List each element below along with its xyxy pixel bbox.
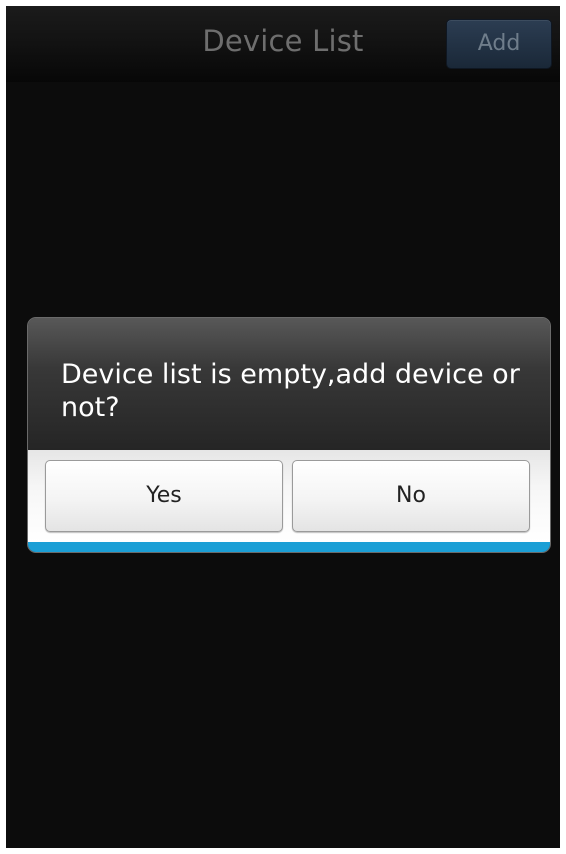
dialog-accent-bar: [28, 542, 550, 552]
dialog-overlay: Device list is empty,add device or not? …: [6, 6, 560, 848]
dialog-message-area: Device list is empty,add device or not?: [28, 318, 550, 450]
confirm-dialog: Device list is empty,add device or not? …: [27, 317, 551, 553]
dialog-message: Device list is empty,add device or not?: [61, 359, 520, 423]
no-button[interactable]: No: [292, 460, 530, 532]
app-screen: Device List Add Device list is empty,add…: [6, 6, 560, 848]
dialog-button-area: Yes No: [28, 450, 550, 542]
yes-button[interactable]: Yes: [45, 460, 283, 532]
